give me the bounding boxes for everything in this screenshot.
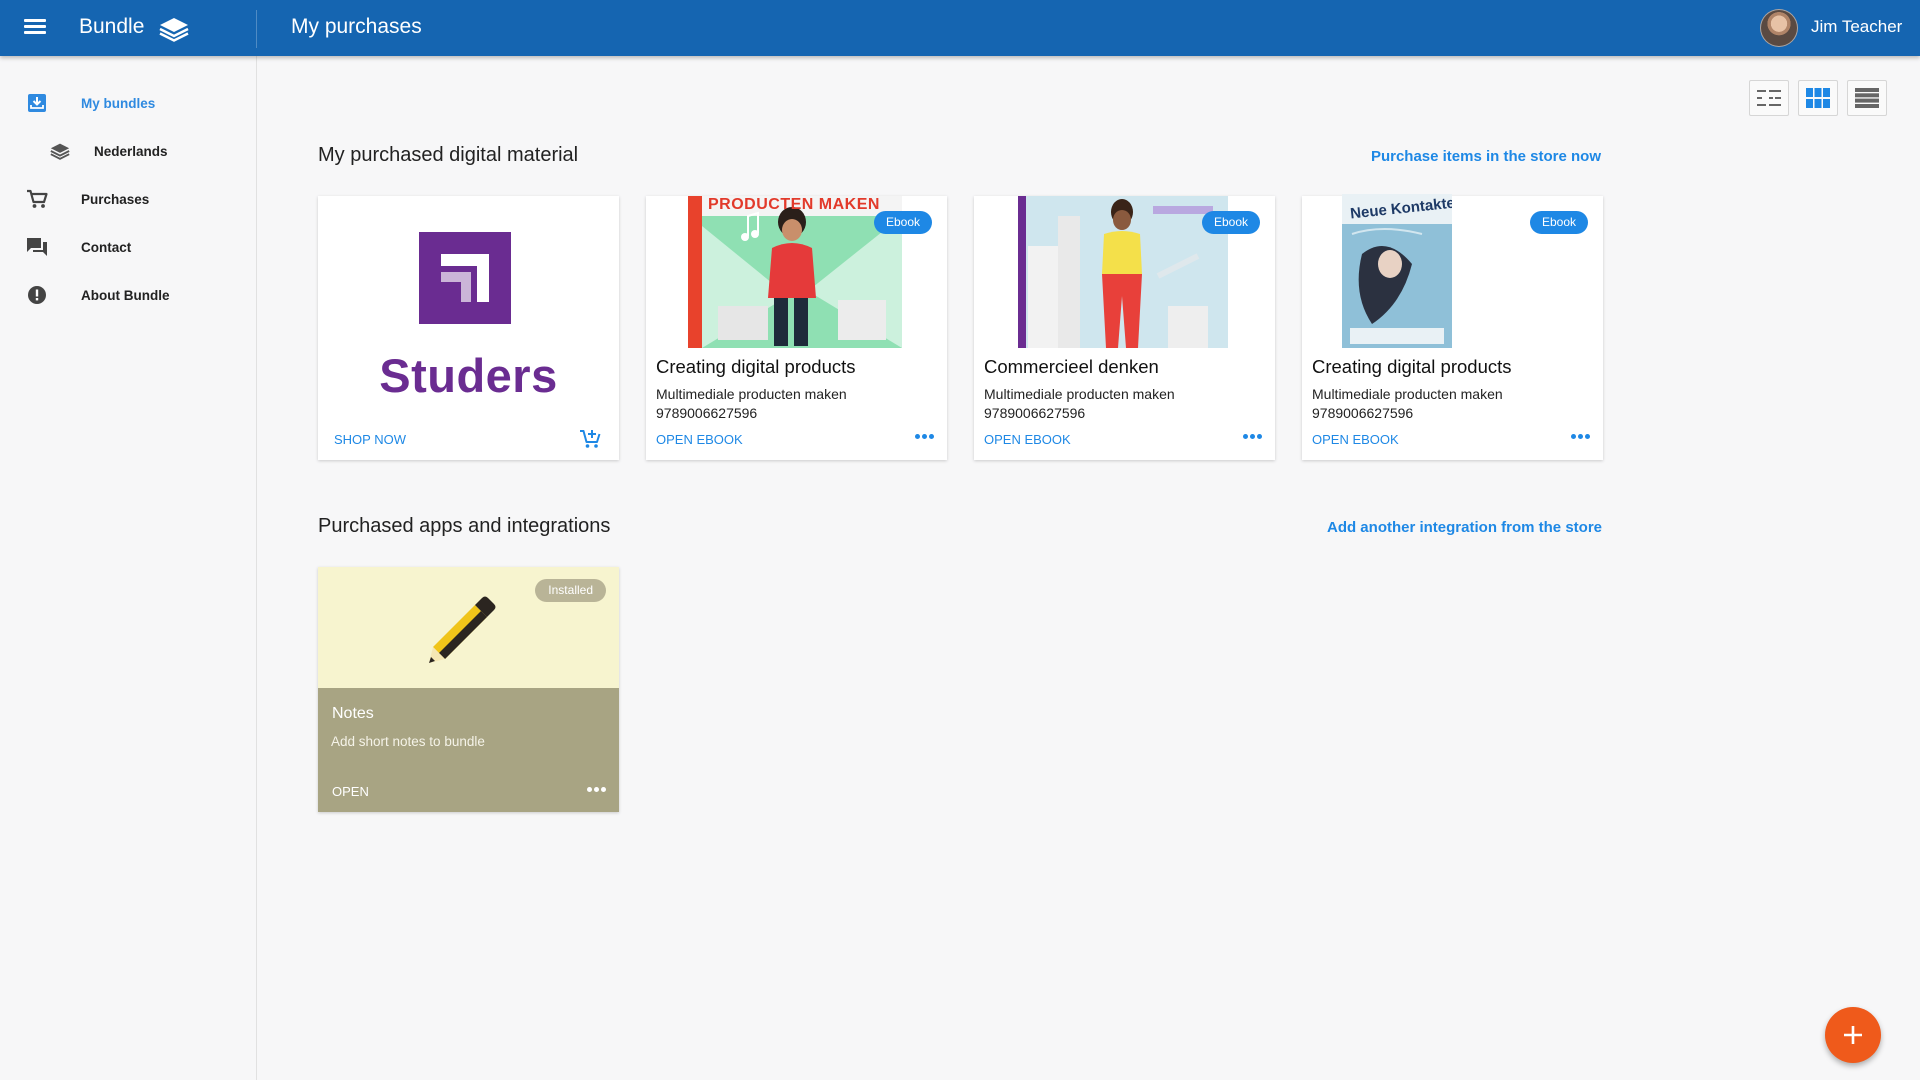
sidebar-item-contact[interactable]: Contact [0, 227, 257, 267]
card-isbn: 9789006627596 [984, 405, 1086, 421]
sidebar-item-about-bundle[interactable]: About Bundle [0, 275, 257, 315]
cart-icon [26, 188, 48, 210]
sidebar-item-label: About Bundle [81, 287, 170, 303]
apps-heading: Purchased apps and integrations [318, 515, 611, 537]
compact-list-view-button[interactable] [1749, 80, 1789, 116]
sidebar-item-label: Contact [81, 239, 132, 255]
installed-badge: Installed [535, 579, 606, 602]
ebook-card[interactable]: Neue Kontakte Ebook Creating digital pro… [1302, 194, 1603, 460]
topbar-divider [256, 10, 257, 48]
more-options-icon[interactable] [587, 787, 606, 792]
purchase-items-link[interactable]: Purchase items in the store now [1300, 148, 1601, 165]
ebook-card[interactable]: PRODUCTEN MAKEN Ebook Creating digital p… [646, 196, 947, 460]
plus-icon [1844, 1026, 1862, 1044]
add-fab-button[interactable] [1825, 1007, 1881, 1063]
ebook-badge: Ebook [873, 211, 932, 234]
book-cover-image[interactable]: Neue Kontakte [1342, 194, 1452, 348]
ebook-card[interactable]: Ebook Commercieel denken Multimediale pr… [974, 196, 1275, 460]
card-isbn: 9789006627596 [1312, 405, 1414, 421]
card-subtitle: Multimediale producten maken [984, 386, 1175, 402]
shop-now-link[interactable]: SHOP NOW [334, 432, 406, 447]
grid-view-icon [1806, 88, 1830, 108]
card-title: Commercieel denken [984, 356, 1159, 377]
book-cover-image[interactable]: PRODUCTEN MAKEN [688, 196, 902, 348]
book-cover-image[interactable] [1018, 196, 1228, 348]
card-subtitle: Multimediale producten maken [1312, 386, 1503, 402]
avatar[interactable] [1760, 9, 1798, 47]
info-icon [26, 284, 48, 306]
app-title: Notes [332, 705, 374, 722]
chat-icon [26, 236, 48, 258]
card-subtitle: Multimediale producten maken [656, 386, 847, 402]
studers-brand: Studers [379, 349, 558, 402]
list-view-button[interactable] [1847, 80, 1887, 116]
grid-view-button[interactable] [1798, 80, 1838, 116]
card-isbn: 9789006627596 [656, 405, 758, 421]
more-options-icon[interactable] [915, 434, 934, 439]
sidebar-item-my-bundles[interactable]: My bundles [0, 83, 257, 123]
app-card-banner: Installed [318, 567, 619, 688]
app-description: Add short notes to bundle [331, 734, 485, 749]
app-card-body: Notes Add short notes to bundle OPEN [318, 688, 619, 812]
card-title: Creating digital products [656, 356, 856, 377]
ebook-badge: Ebook [1201, 211, 1260, 234]
add-integration-link[interactable]: Add another integration from the store [1280, 519, 1602, 536]
store-card: Studers SHOP NOW [318, 196, 619, 460]
top-app-bar: Bundle My purchases Jim Teacher [0, 0, 1920, 56]
bundle-logo-icon [159, 18, 189, 42]
add-to-cart-icon[interactable] [579, 428, 601, 450]
sidebar-item-label: Nederlands [94, 143, 168, 159]
pencil-icon [429, 596, 496, 663]
bundle-download-icon [26, 92, 48, 114]
layers-icon [49, 140, 71, 162]
sidebar: My bundles Nederlands Purchases Contact … [0, 56, 257, 1080]
sidebar-item-purchases[interactable]: Purchases [0, 179, 257, 219]
sidebar-item-nederlands[interactable]: Nederlands [0, 131, 257, 171]
open-app-link[interactable]: OPEN [332, 784, 369, 799]
digital-material-heading: My purchased digital material [318, 144, 579, 166]
open-ebook-link[interactable]: OPEN EBOOK [656, 432, 743, 447]
ebook-badge: Ebook [1529, 211, 1588, 234]
card-title: Creating digital products [1312, 356, 1512, 377]
studers-logo-icon [419, 232, 511, 324]
more-options-icon[interactable] [1243, 434, 1262, 439]
app-card-notes[interactable]: Installed Notes Add short notes to bundl… [318, 567, 619, 812]
user-name[interactable]: Jim Teacher [1811, 17, 1902, 37]
list-view-icon [1855, 88, 1879, 108]
sidebar-item-label: Purchases [81, 191, 150, 207]
menu-icon[interactable] [22, 16, 48, 40]
open-ebook-link[interactable]: OPEN EBOOK [984, 432, 1071, 447]
cover-title-text: PRODUCTEN MAKEN [708, 196, 880, 213]
more-options-icon[interactable] [1571, 434, 1590, 439]
app-name[interactable]: Bundle [79, 15, 144, 39]
compact-list-view-icon [1757, 90, 1781, 106]
sidebar-item-label: My bundles [81, 95, 156, 111]
page-title: My purchases [291, 15, 422, 38]
open-ebook-link[interactable]: OPEN EBOOK [1312, 432, 1399, 447]
